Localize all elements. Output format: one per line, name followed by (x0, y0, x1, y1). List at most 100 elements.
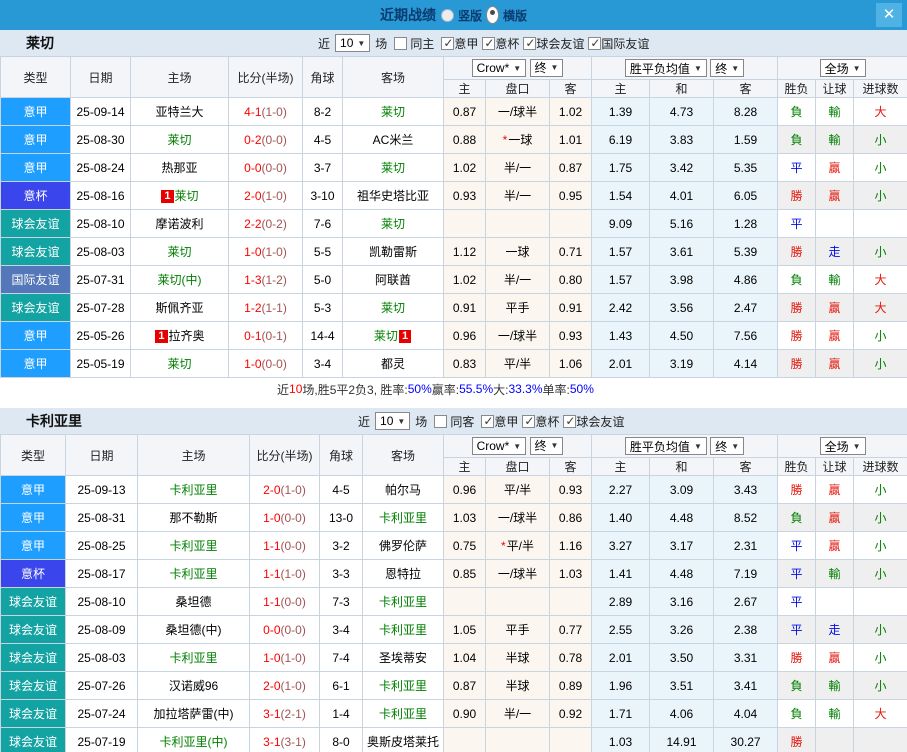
match-row: 国际友谊 25-07-31 莱切(中) 1-3(1-2) 5-0 阿联酋 1.02 半/一 0.… (0, 265, 907, 294)
team-name: 卡利亚里 (169, 651, 218, 665)
away-team-cell: 帕尔马 (362, 475, 444, 504)
score-cell: 1-2(1-1) (228, 293, 303, 322)
match-row: 球会友谊 25-07-26 汉诺威96 2-0(1-0) 6-1 卡利亚里 0.87 半球 0.… (0, 671, 907, 700)
col-handicap: 盘口 (485, 79, 550, 98)
half-score: (0-0) (261, 356, 287, 371)
league-filter-checkbox[interactable] (482, 36, 496, 50)
away-team-cell: 圣埃蒂安 (362, 643, 444, 672)
odds-home-cell: 1.03 (443, 503, 486, 532)
result-cell: 平 (777, 587, 817, 616)
summary-segment: 33.3% (508, 382, 543, 396)
half-score: (0-0) (261, 132, 287, 147)
recent-count-select[interactable]: 10 ▼ (335, 34, 371, 52)
half-score: (1-0) (261, 244, 287, 259)
games-label: 场 (375, 36, 388, 51)
away-team-cell: 卡利亚里 (362, 615, 444, 644)
odds-company-select[interactable]: Crow* ▼ (471, 59, 527, 78)
avg-type-select[interactable]: 胜平负均值 ▼ (624, 437, 707, 455)
match-scope-select[interactable]: 全场 ▼ (819, 437, 866, 455)
goals-result-cell: 小 (853, 503, 907, 532)
summary-segment: 大: (493, 382, 509, 397)
away-team-cell: 莱切 1 (342, 321, 444, 350)
col-home: 主场 (130, 56, 229, 98)
avg-final-select[interactable]: 终 ▼ (710, 437, 745, 455)
avg-draw-cell: 3.42 (649, 153, 715, 182)
result-cell: 平 (777, 531, 817, 560)
match-row: 球会友谊 25-07-19 卡利亚里(中) 3-1(3-1) 8-0 奥斯皮塔莱托 1.03… (0, 727, 907, 752)
score-cell: 1-0(0-0) (228, 349, 303, 378)
league-filter-checkbox[interactable] (563, 414, 577, 428)
result-cell: 負 (777, 97, 817, 126)
same-home-checkbox[interactable] (394, 36, 408, 50)
col-odds-home: 主 (443, 79, 486, 98)
result-cell: 勝 (777, 237, 817, 266)
avg-draw-cell: 3.83 (649, 125, 715, 154)
league-filter-label: 国际友谊 (601, 36, 650, 51)
avg-final-select[interactable]: 终 ▼ (710, 59, 745, 77)
home-team-cell: 卡利亚里 (137, 475, 250, 504)
league-type-badge: 球会友谊 (0, 615, 66, 644)
team-name: 莱切 (167, 245, 192, 259)
goals-result-cell: 小 (853, 153, 907, 182)
full-score: 1-0 (263, 510, 281, 525)
handicap-result-cell: 輸 (815, 265, 855, 294)
away-team-cell: 都灵 (342, 349, 444, 378)
match-row: 意甲 25-05-26 1 拉齐奥 0-1(0-1) 14-4 莱切 1 0.96 一/球半 0.9… (0, 321, 907, 350)
corner-cell: 5-0 (302, 265, 343, 294)
league-type-badge: 球会友谊 (0, 237, 71, 266)
corner-cell: 3-4 (319, 615, 363, 644)
home-team-cell: 卡利亚里 (137, 643, 250, 672)
horizontal-layout-radio[interactable] (486, 6, 499, 24)
handicap-result-cell: 輸 (815, 559, 855, 588)
handicap-cell: 一/球半 (485, 97, 550, 126)
section-divider (0, 400, 907, 408)
match-row: 意甲 25-08-25 卡利亚里 1-1(0-0) 3-2 佛罗伦萨 0.75 *平/半 1.1… (0, 531, 907, 560)
vertical-layout-radio[interactable] (440, 8, 454, 22)
corner-cell: 3-3 (319, 559, 363, 588)
handicap-result-cell: 贏 (815, 293, 855, 322)
odds-final-select[interactable]: 终 ▼ (529, 436, 564, 455)
league-filter-checkbox[interactable] (588, 36, 602, 50)
league-filter-checkbox[interactable] (522, 414, 536, 428)
team-name: 恩特拉 (384, 567, 421, 581)
away-team-cell: 佛罗伦萨 (362, 531, 444, 560)
recent-count-select[interactable]: 10 ▼ (375, 412, 411, 430)
result-cell: 平 (777, 615, 817, 644)
avg-draw-cell: 3.19 (649, 349, 715, 378)
half-score: (0-0) (280, 538, 306, 553)
match-row: 意杯 25-08-17 卡利亚里 1-1(1-0) 3-3 恩特拉 0.85 一/球半 1.03… (0, 559, 907, 588)
match-date-cell: 25-07-28 (70, 293, 131, 322)
half-score: (1-0) (280, 482, 306, 497)
result-cell: 負 (777, 699, 817, 728)
odds-away-cell: 0.80 (548, 265, 593, 294)
league-filter-checkbox[interactable] (481, 414, 495, 428)
col-date: 日期 (65, 434, 138, 476)
summary-segment: 近 (277, 382, 290, 397)
league-filter-checkbox[interactable] (523, 36, 537, 50)
avg-type-select[interactable]: 胜平负均值 ▼ (624, 59, 707, 77)
full-score: 1-1 (263, 538, 281, 553)
close-button[interactable]: ✕ (876, 3, 902, 27)
summary-segment: 赢率: (431, 382, 460, 397)
half-score: (1-2) (261, 272, 287, 287)
away-team-cell: 莱切 (342, 293, 444, 322)
odds-company-select[interactable]: Crow* ▼ (471, 437, 527, 456)
avg-draw-cell: 4.01 (649, 181, 715, 210)
team-name: 卡利亚里(中) (159, 735, 228, 749)
col-result: 胜负 (777, 79, 817, 98)
match-date-cell: 25-08-03 (70, 237, 131, 266)
half-score: (1-0) (280, 678, 306, 693)
avg-away-cell: 1.28 (713, 209, 779, 238)
odds-home-cell: 1.04 (443, 643, 486, 672)
same-away-checkbox[interactable] (434, 414, 448, 428)
avg-home-cell: 2.42 (591, 293, 651, 322)
odds-final-select[interactable]: 终 ▼ (529, 58, 564, 77)
odds-home-cell: 0.85 (443, 559, 486, 588)
red-card-badge: 1 (161, 190, 174, 204)
league-filter-checkbox[interactable] (441, 36, 455, 50)
avg-home-cell: 1.57 (591, 265, 651, 294)
match-scope-select[interactable]: 全场 ▼ (819, 59, 866, 77)
score-cell: 1-0(1-0) (249, 643, 320, 672)
home-team-cell: 莱切 (130, 237, 229, 266)
handicap-result-cell: 輸 (815, 699, 855, 728)
